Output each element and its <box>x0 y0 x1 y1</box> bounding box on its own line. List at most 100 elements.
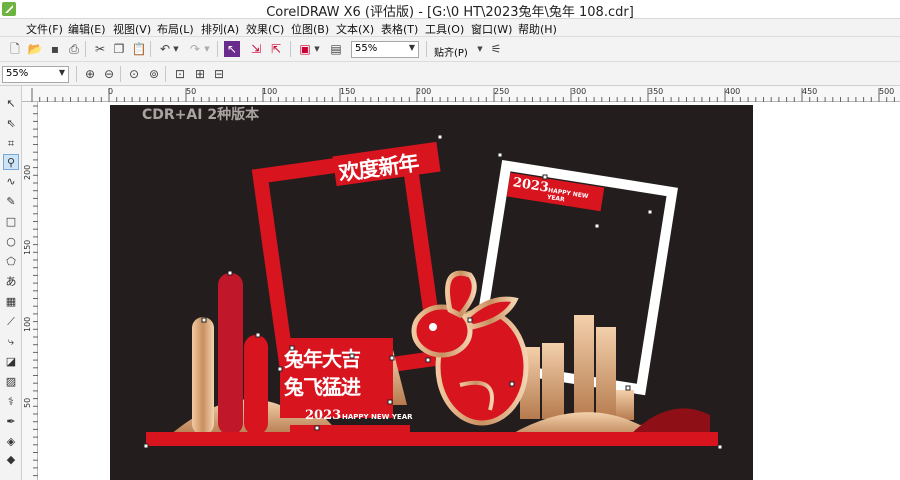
ellipse-tool-icon[interactable]: ○ <box>3 234 19 250</box>
rectangle-tool-icon[interactable]: □ <box>3 214 19 230</box>
zoom-selected-icon[interactable]: ⊙ <box>126 66 142 82</box>
standard-toolbar: 🗋 📂 ▪ ⎙ ✂ ❐ 📋 ↶ ▼ ↷ ▼ ↖ ⇲ ⇱ ▣ ▼ ▤ 55% ▼ … <box>0 37 900 62</box>
application-launcher-icon[interactable]: ▣ <box>297 41 313 57</box>
welcome-screen-icon[interactable]: ▤ <box>328 41 344 57</box>
toolbar-separator <box>85 41 86 57</box>
title-bar: CorelDRAW X6 (评估版) - [G:\0 HT\2023兔年\兔年 … <box>0 0 900 20</box>
toolbar-separator <box>426 41 427 57</box>
zoom-out-icon[interactable]: ⊖ <box>101 66 117 82</box>
text-tool-icon[interactable]: あ <box>3 274 19 290</box>
footer-year[interactable]: 2023 <box>305 408 341 423</box>
fill-tool-icon[interactable]: ◈ <box>3 434 19 450</box>
toolbox: ↖ ⇖ ⌗ ⚲ ∿ ✎ □ ○ ⬠ あ ▦ ⟋ ⤷ ◪ ▨ ⚕ ✒ ◈ ◆ <box>0 86 22 480</box>
chevron-down-icon: ▼ <box>58 68 65 77</box>
menu-tools[interactable]: 工具(O) <box>425 21 464 37</box>
print-icon[interactable]: ⎙ <box>66 41 82 57</box>
chevron-down-icon: ▼ <box>408 43 415 52</box>
shape-tool-icon[interactable]: ⇖ <box>3 116 19 132</box>
paste-icon[interactable]: 📋 <box>131 41 147 57</box>
toolbar-separator <box>165 66 166 82</box>
horizontal-ruler-ticks <box>31 88 895 102</box>
left-red-pillar[interactable] <box>218 273 243 435</box>
ruler-label: 200 <box>416 87 432 96</box>
slogan-line-2[interactable]: 兔飞猛进 <box>284 371 361 400</box>
redo-icon[interactable]: ↷ <box>187 41 203 57</box>
city-skyline <box>520 315 634 420</box>
freehand-tool-icon[interactable]: ∿ <box>3 174 19 190</box>
import-icon[interactable]: ⇲ <box>248 41 264 57</box>
smart-fill-tool-icon[interactable]: ✎ <box>3 194 19 210</box>
footer-red-band <box>290 425 410 435</box>
property-bar: 55% ▼ ⊕ ⊖ ⊙ ⊚ ⊡ ⊞ ⊟ <box>0 62 900 86</box>
zoom-level-combo[interactable]: 55% ▼ <box>351 41 419 58</box>
zoom-page-height-icon[interactable]: ⊟ <box>211 66 227 82</box>
artwork-page[interactable]: 欢度新年 2023 HAPPY NEW YEAR 兔年大吉 兔飞猛进 2023 … <box>110 105 753 480</box>
ruler-label: 300 <box>571 87 587 96</box>
zoom-level-value: 55% <box>355 43 378 54</box>
left-gold-pillar[interactable] <box>192 317 214 435</box>
menu-text[interactable]: 文本(X) <box>336 21 374 37</box>
ruler-label: 100 <box>262 87 278 96</box>
menu-edit[interactable]: 编辑(E) <box>68 21 106 37</box>
footer-happy: HAPPY NEW YEAR <box>342 413 413 421</box>
connector-tool-icon[interactable]: ⤷ <box>3 334 19 350</box>
copy-icon[interactable]: ❐ <box>111 41 127 57</box>
redo-dropdown-icon[interactable]: ▼ <box>203 41 211 57</box>
toolbar-separator <box>150 41 151 57</box>
ground-bar <box>146 432 718 446</box>
menu-layout[interactable]: 布局(L) <box>157 21 194 37</box>
property-zoom-value: 55% <box>6 68 29 79</box>
toolbar-separator <box>76 66 77 82</box>
zoom-page-width-icon[interactable]: ⊞ <box>192 66 208 82</box>
watermark-text: CDR+AI 2种版本 <box>142 107 260 123</box>
polygon-tool-icon[interactable]: ⬠ <box>3 254 19 270</box>
menu-help[interactable]: 帮助(H) <box>518 21 557 37</box>
menu-table[interactable]: 表格(T) <box>381 21 418 37</box>
toolbar-separator <box>217 41 218 57</box>
left-short-red-pillar[interactable] <box>244 335 268 435</box>
options-icon[interactable]: ⚟ <box>488 41 504 57</box>
vertical-ruler[interactable]: 200 150 100 50 <box>22 102 38 480</box>
menu-view[interactable]: 视图(V) <box>113 21 151 37</box>
table-tool-icon[interactable]: ▦ <box>3 294 19 310</box>
vertical-ruler-ticks <box>33 105 38 477</box>
zoom-in-icon[interactable]: ⊕ <box>82 66 98 82</box>
menu-effects[interactable]: 效果(C) <box>246 21 284 37</box>
new-document-icon[interactable]: 🗋 <box>7 41 23 57</box>
ruler-label: 0 <box>108 87 114 96</box>
eyedropper-tool-icon[interactable]: ⚕ <box>3 394 19 410</box>
zoom-tool-icon[interactable]: ⚲ <box>3 154 19 170</box>
blend-tool-icon[interactable]: ◪ <box>3 354 19 370</box>
window-title: CorelDRAW X6 (评估版) - [G:\0 HT\2023兔年\兔年 … <box>266 5 634 20</box>
pick-tool-icon[interactable]: ↖ <box>3 96 19 112</box>
interactive-fill-tool-icon[interactable]: ◆ <box>3 452 19 468</box>
menu-window[interactable]: 窗口(W) <box>471 21 512 37</box>
ruler-label: 450 <box>802 87 818 96</box>
menu-file[interactable]: 文件(F) <box>26 21 63 37</box>
undo-dropdown-icon[interactable]: ▼ <box>172 41 180 57</box>
ruler-label: 150 <box>340 87 356 96</box>
outline-pen-tool-icon[interactable]: ✒ <box>3 414 19 430</box>
menu-arrange[interactable]: 排列(A) <box>201 21 239 37</box>
search-content-icon[interactable]: ↖ <box>224 41 240 57</box>
dimension-tool-icon[interactable]: ⟋ <box>3 314 19 330</box>
cut-icon[interactable]: ✂ <box>92 41 108 57</box>
property-zoom-combo[interactable]: 55% ▼ <box>2 66 69 83</box>
menu-bar: 文件(F) 编辑(E) 视图(V) 布局(L) 排列(A) 效果(C) 位图(B… <box>0 19 900 37</box>
zoom-all-objects-icon[interactable]: ⊚ <box>146 66 162 82</box>
slogan-line-1[interactable]: 兔年大吉 <box>284 343 361 372</box>
menu-bitmaps[interactable]: 位图(B) <box>291 21 329 37</box>
zoom-page-icon[interactable]: ⊡ <box>172 66 188 82</box>
export-icon[interactable]: ⇱ <box>268 41 284 57</box>
transparency-tool-icon[interactable]: ▨ <box>3 374 19 390</box>
snap-to-button[interactable]: 贴齐(P) <box>434 44 468 59</box>
undo-icon[interactable]: ↶ <box>157 41 173 57</box>
ruler-label: 100 <box>23 316 32 332</box>
open-icon[interactable]: 📂 <box>27 41 43 57</box>
ruler-label: 200 <box>23 164 32 180</box>
launcher-dropdown-icon[interactable]: ▼ <box>313 41 321 57</box>
save-icon[interactable]: ▪ <box>47 41 63 57</box>
crop-tool-icon[interactable]: ⌗ <box>3 136 19 152</box>
horizontal-ruler[interactable]: 0 50 100 150 200 250 300 350 400 450 500 <box>22 86 900 102</box>
snap-dropdown-icon[interactable]: ▼ <box>476 41 484 57</box>
